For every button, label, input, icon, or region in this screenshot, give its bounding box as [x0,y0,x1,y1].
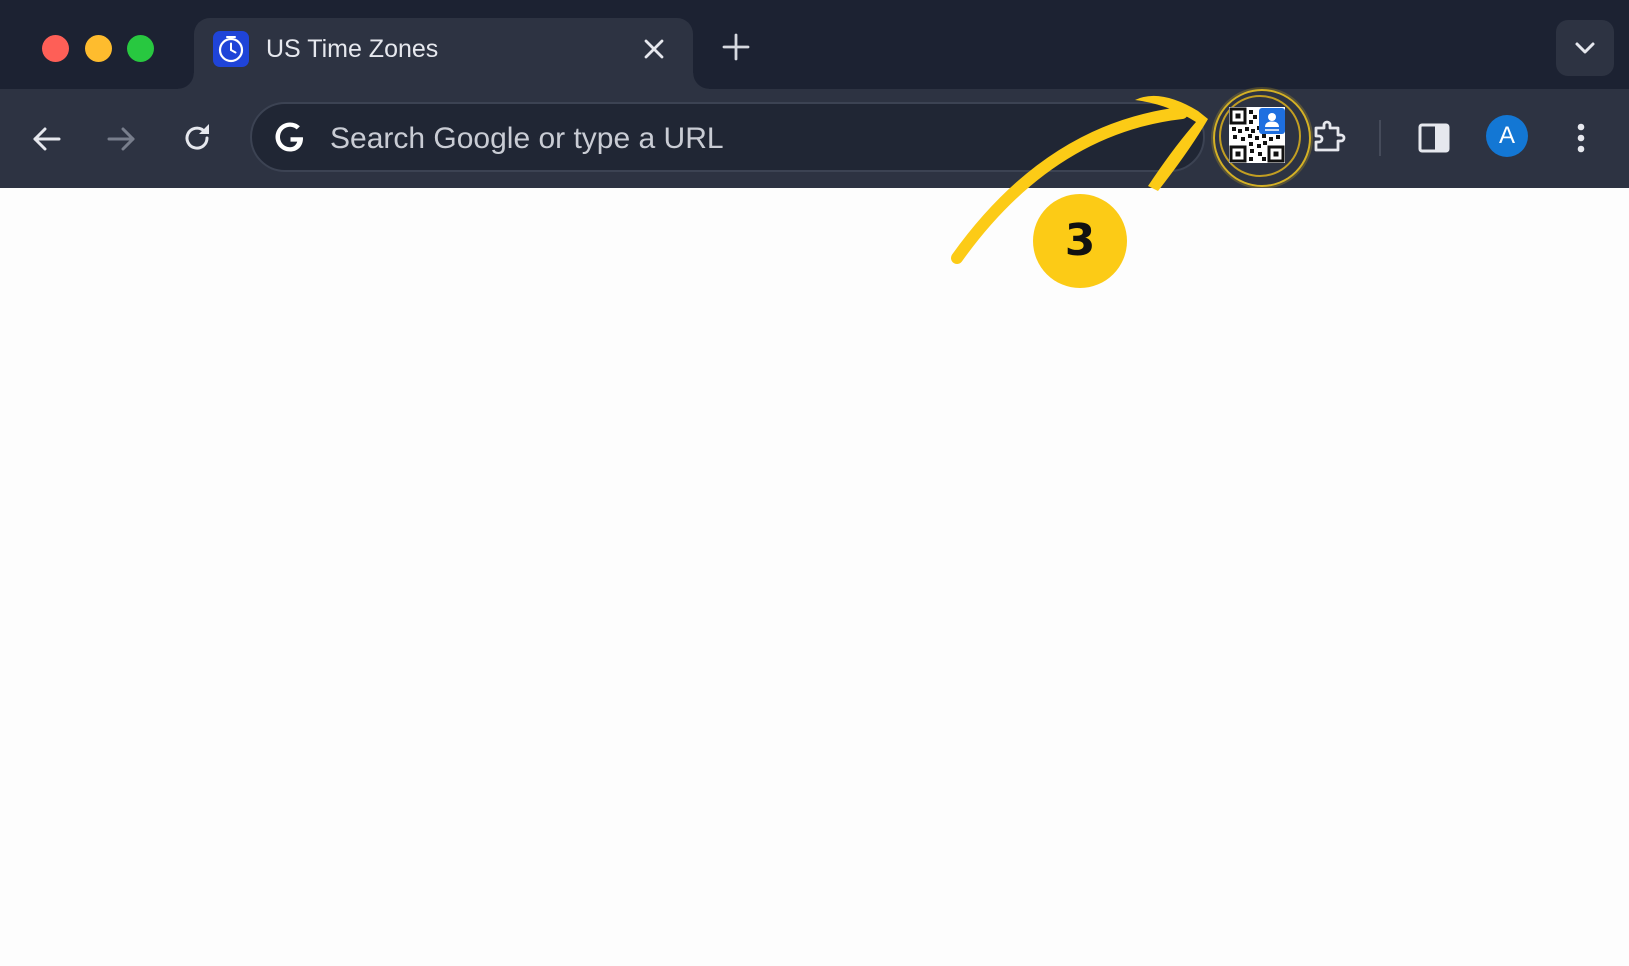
reload-icon[interactable] [178,119,216,157]
window-maximize-button[interactable] [127,35,154,62]
puzzle-icon[interactable] [1310,118,1350,158]
arrow-right-icon[interactable] [102,120,140,158]
step-badge: 3 [1033,194,1127,288]
google-g-icon [272,119,308,160]
toolbar: A [0,89,1629,188]
window-close-button[interactable] [42,35,69,62]
tab-title: US Time Zones [266,35,439,63]
page-content [0,188,1629,966]
window-minimize-button[interactable] [85,35,112,62]
browser-window: US Time Zones Search Google or type a UR… [0,0,1629,966]
kebab-menu-icon[interactable] [1568,118,1594,158]
tab-search-button[interactable] [1556,20,1614,76]
clock-icon [213,31,249,67]
omnibox-input[interactable] [328,116,1152,162]
omnibox[interactable] [250,102,1205,172]
tab-us-time-zones[interactable]: US Time Zones [178,18,709,89]
side-panel-icon[interactable] [1416,120,1452,156]
person-icon [1259,108,1285,134]
profile-avatar[interactable]: A [1486,115,1528,157]
toolbar-divider [1379,120,1381,156]
tab-strip: US Time Zones [0,0,1629,89]
chevron-down-icon [1575,42,1595,54]
plus-icon[interactable] [721,32,751,62]
arrow-left-icon[interactable] [28,120,66,158]
close-icon[interactable] [641,36,667,62]
qr-code-extension-button[interactable] [1213,89,1311,187]
